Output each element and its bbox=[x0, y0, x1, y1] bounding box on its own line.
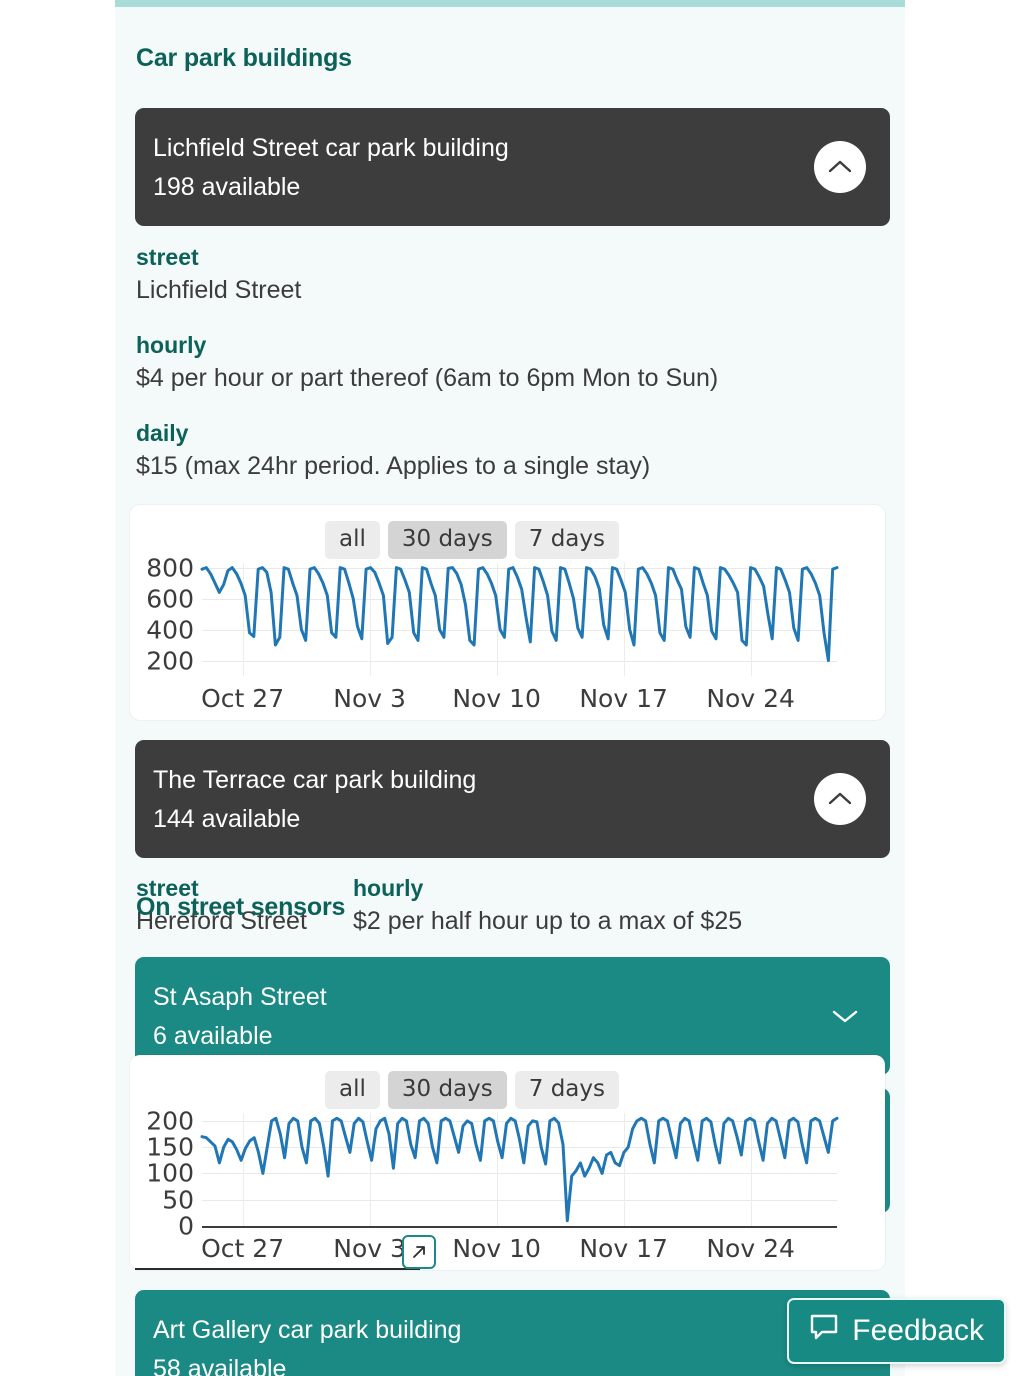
feedback-button[interactable]: Feedback bbox=[787, 1298, 1006, 1364]
chevron-up-icon[interactable] bbox=[814, 773, 866, 825]
detail-daily-lichfield: daily $15 (max 24hr period. Applies to a… bbox=[136, 418, 650, 484]
chevron-down-icon[interactable] bbox=[828, 999, 862, 1033]
chart-card-st-asaph: all 30 days 7 days 0 50 100 150 200 Oct 27 Nov… bbox=[130, 1055, 885, 1270]
chevron-up-icon[interactable] bbox=[814, 141, 866, 193]
detail-key: hourly bbox=[136, 332, 207, 358]
detail-key: hourly bbox=[353, 875, 424, 901]
card-header-art-gallery[interactable]: Art Gallery car park building 58 availab… bbox=[135, 1290, 890, 1376]
card-availability: 198 available bbox=[153, 173, 301, 201]
availability-line-chart-lichfield: 200 400 600 800 Oct 27 Nov 3 Nov 10 Nov 17 Nov 2… bbox=[130, 553, 885, 718]
detail-value: $15 (max 24hr period. Applies to a singl… bbox=[136, 452, 651, 480]
card-availability: 6 available bbox=[153, 1022, 273, 1050]
content-panel: Car park buildings Lichfield Street car … bbox=[115, 0, 905, 1376]
page-title: Car park buildings bbox=[136, 44, 352, 72]
detail-hourly-lichfield: hourly $4 per hour or part thereof (6am … bbox=[136, 330, 718, 396]
card-header-lichfield[interactable]: Lichfield Street car park building 198 a… bbox=[135, 108, 890, 226]
card-title: St Asaph Street bbox=[153, 983, 327, 1011]
detail-street-lichfield: street Lichfield Street bbox=[136, 242, 301, 308]
card-availability: 144 available bbox=[153, 805, 301, 833]
chart-card-lichfield: all 30 days 7 days 200 400 600 800 Oct 27 Nov… bbox=[130, 505, 885, 720]
chart-line-series bbox=[200, 566, 839, 662]
external-link-icon[interactable] bbox=[402, 1235, 436, 1269]
detail-key: daily bbox=[136, 420, 189, 446]
detail-value: Lichfield Street bbox=[136, 276, 302, 304]
detail-value: $4 per hour or part thereof (6am to 6pm … bbox=[136, 364, 719, 392]
panel-top-bar bbox=[115, 0, 905, 7]
card-header-terrace[interactable]: The Terrace car park building 144 availa… bbox=[135, 740, 890, 858]
availability-line-chart-st-asaph: 0 50 100 150 200 Oct 27 Nov 3 Nov 10 Nov 17 Nov 2… bbox=[130, 1103, 885, 1268]
detail-hourly-terrace: hourly $2 per half hour up to a max of $… bbox=[353, 873, 742, 939]
chart-plot-area bbox=[200, 566, 839, 662]
card-title: Lichfield Street car park building bbox=[153, 134, 509, 162]
divider bbox=[135, 1268, 420, 1270]
chart-plot-area bbox=[200, 1116, 839, 1223]
speech-bubble-icon bbox=[809, 1313, 839, 1349]
card-title: Art Gallery car park building bbox=[153, 1316, 462, 1344]
card-availability: 58 available bbox=[153, 1355, 287, 1376]
card-title: The Terrace car park building bbox=[153, 766, 477, 794]
detail-value: $2 per half hour up to a max of $25 bbox=[353, 907, 743, 935]
app-root: Car park buildings Lichfield Street car … bbox=[0, 0, 1032, 1376]
detail-key: street bbox=[136, 244, 199, 270]
chart-line-series bbox=[200, 1116, 839, 1223]
onstreet-sensors-title: On street sensors bbox=[136, 893, 346, 921]
feedback-label: Feedback bbox=[852, 1314, 984, 1347]
